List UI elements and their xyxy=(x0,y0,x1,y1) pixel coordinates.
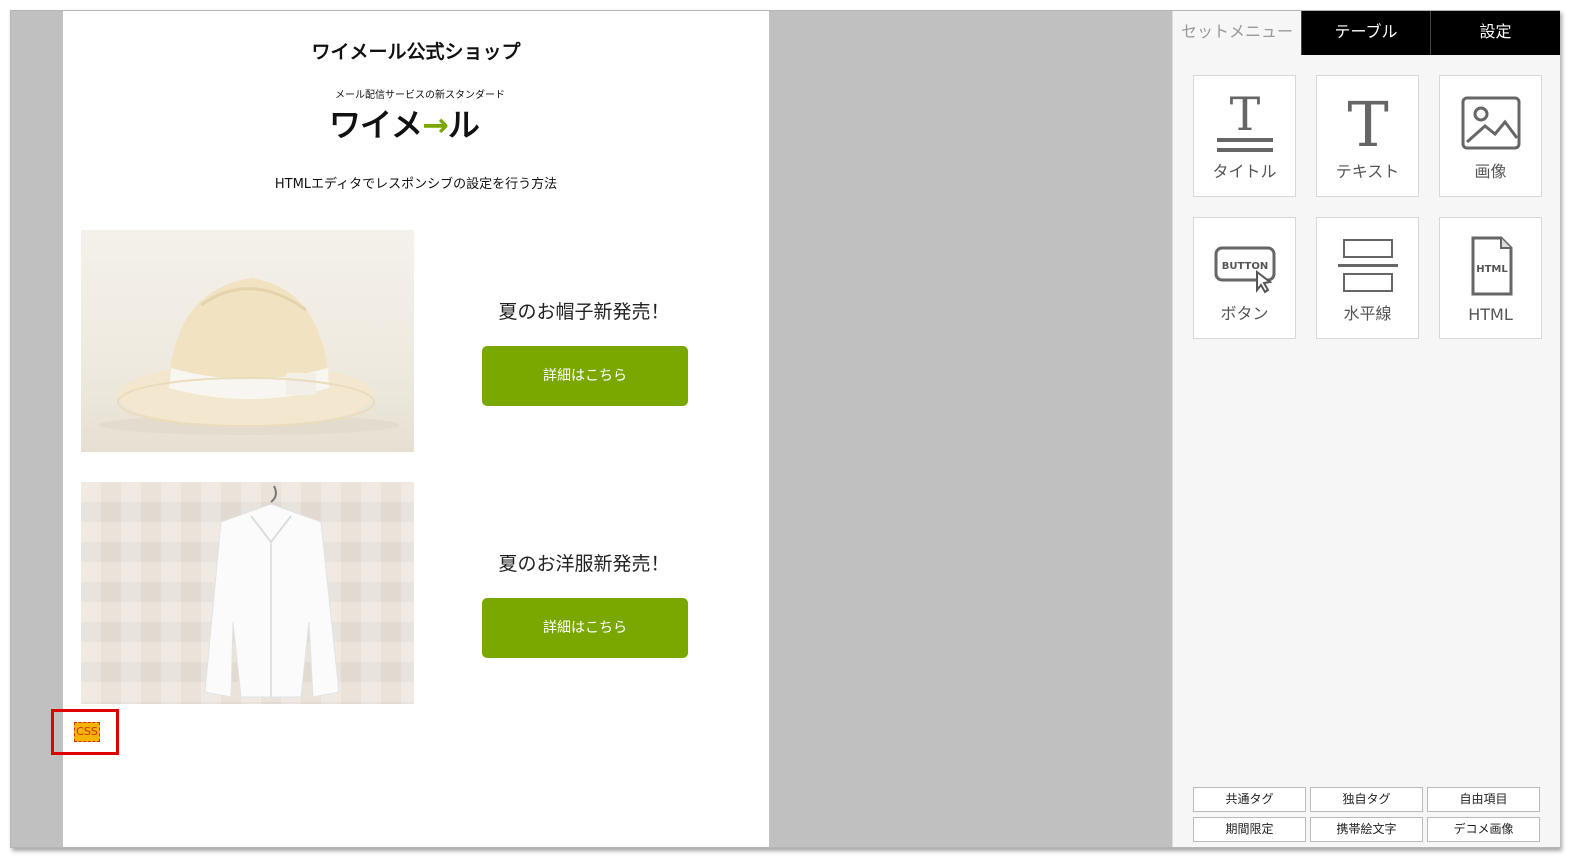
panel-tabs: セットメニュー テーブル 設定 xyxy=(1173,11,1560,55)
shop-title: ワイメール公式ショップ xyxy=(311,41,521,63)
free-field-button[interactable]: 自由項目 xyxy=(1427,787,1540,812)
custom-tag-button[interactable]: 独自タグ xyxy=(1310,787,1423,812)
tile-title[interactable]: T タイトル xyxy=(1193,75,1296,197)
title-icon: T xyxy=(1194,86,1295,162)
logo-tagline: メール配信サービスの新スタンダード xyxy=(335,90,505,101)
product-title-hat: 夏のお帽子新発売！ xyxy=(498,301,670,323)
logo-arrow: → xyxy=(422,106,449,144)
shirt-product-image[interactable] xyxy=(81,482,414,704)
deco-image-button[interactable]: デコメ画像 xyxy=(1427,817,1540,842)
limited-period-button[interactable]: 期間限定 xyxy=(1193,817,1306,842)
tile-image[interactable]: 画像 xyxy=(1439,75,1542,197)
brand-logo: メール配信サービスの新スタンダード ワイメ→ル xyxy=(325,86,515,146)
tab-table[interactable]: テーブル xyxy=(1301,11,1430,55)
tile-button-label: ボタン xyxy=(1220,304,1269,323)
tile-text[interactable]: T テキスト xyxy=(1316,75,1419,197)
html-file-icon: HTML xyxy=(1440,228,1541,304)
component-panel: セットメニュー テーブル 設定 T タイトル T テキスト 画像 BUTTON … xyxy=(1172,11,1560,847)
logo-wordmark: ワイメ→ル xyxy=(329,100,480,146)
mobile-emoji-button[interactable]: 携帯絵文字 xyxy=(1310,817,1423,842)
email-canvas[interactable]: ワイメール公式ショップ メール配信サービスの新スタンダード ワイメ→ル HTML… xyxy=(51,11,769,847)
hat-product-image[interactable] xyxy=(81,230,414,452)
tile-text-label: テキスト xyxy=(1335,162,1400,181)
horizontal-line-icon xyxy=(1317,228,1418,304)
tile-image-label: 画像 xyxy=(1474,162,1507,181)
tile-horizontal-line[interactable]: 水平線 xyxy=(1316,217,1419,339)
tile-horizontal-line-label: 水平線 xyxy=(1343,304,1392,323)
tag-buttons: 共通タグ 独自タグ 自由項目 期間限定 携帯絵文字 デコメ画像 xyxy=(1193,787,1541,842)
detail-button-hat[interactable]: 詳細はこちら xyxy=(482,346,688,406)
tile-html-label: HTML xyxy=(1468,305,1513,324)
tile-title-label: タイトル xyxy=(1212,162,1277,181)
tile-html[interactable]: HTML HTML xyxy=(1439,217,1542,339)
editor-window: ワイメール公式ショップ メール配信サービスの新スタンダード ワイメ→ル HTML… xyxy=(10,10,1560,848)
detail-button-shirt[interactable]: 詳細はこちら xyxy=(482,598,688,658)
css-highlight-box: CSS xyxy=(51,709,119,755)
svg-text:T: T xyxy=(1229,92,1260,141)
text-icon: T xyxy=(1317,86,1418,162)
common-tag-button[interactable]: 共通タグ xyxy=(1193,787,1306,812)
logo-wordmark-left: ワイメ xyxy=(329,106,423,144)
logo-wordmark-right: ル xyxy=(447,106,480,144)
button-icon-text: BUTTON xyxy=(1221,261,1267,272)
tab-settings[interactable]: 設定 xyxy=(1430,11,1560,55)
tile-button[interactable]: BUTTON ボタン xyxy=(1193,217,1296,339)
svg-text:T: T xyxy=(1347,92,1388,156)
component-tiles: T タイトル T テキスト 画像 BUTTON ボタン 水平線 HTML HTM… xyxy=(1193,75,1543,339)
button-icon: BUTTON xyxy=(1194,228,1295,304)
html-icon-text: HTML xyxy=(1476,264,1508,275)
email-subtitle: HTMLエディタでレスポンシブの設定を行う方法 xyxy=(274,177,558,192)
css-badge[interactable]: CSS xyxy=(74,722,100,742)
tab-set-menu[interactable]: セットメニュー xyxy=(1173,11,1301,55)
product-title-shirt: 夏のお洋服新発売！ xyxy=(498,553,670,575)
image-icon xyxy=(1440,86,1541,162)
